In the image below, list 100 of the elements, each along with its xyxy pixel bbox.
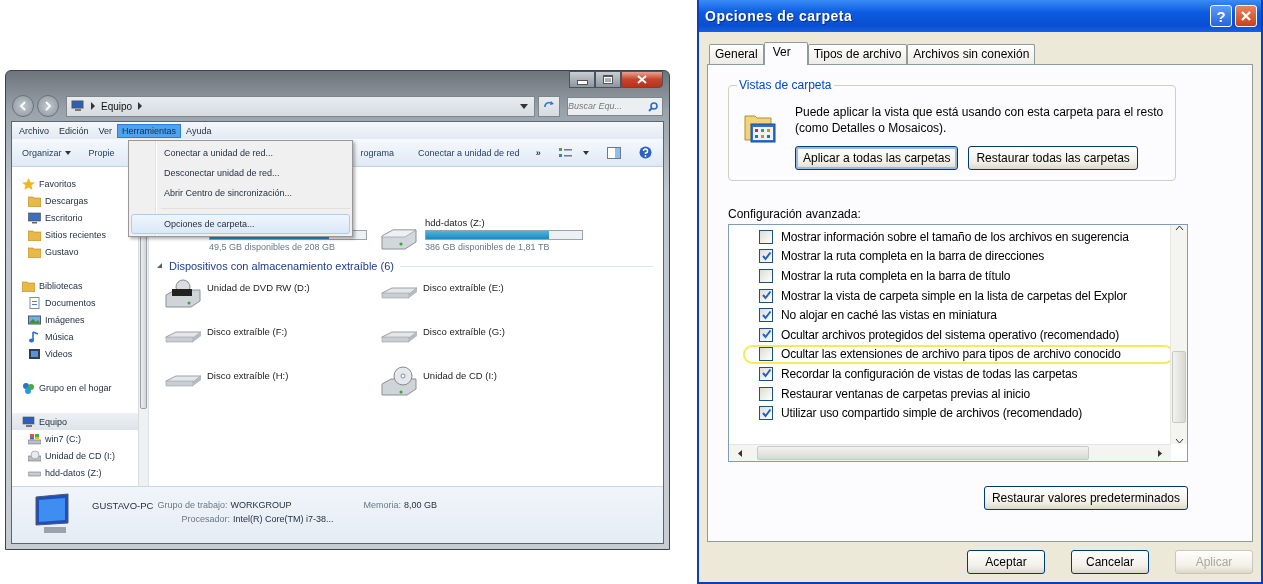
setting-label[interactable]: Mostrar información sobre el tamaño de los archivos en sugerencia bbox=[781, 229, 1129, 244]
horizontal-scrollbar[interactable] bbox=[729, 444, 1171, 461]
cd-drive-icon bbox=[28, 449, 41, 462]
setting-label[interactable]: Mostrar la ruta completa en la barra de título bbox=[781, 269, 1011, 283]
drive-name[interactable]: hdd-datos (Z:) bbox=[425, 217, 583, 228]
forward-button[interactable] bbox=[37, 95, 59, 117]
menu-item[interactable]: Opciones de carpeta... bbox=[131, 214, 350, 234]
nav-item[interactable]: Documentos bbox=[12, 294, 138, 311]
setting-label[interactable]: Restaurar ventanas de carpetas previas al inicio bbox=[781, 386, 1030, 401]
menu-item[interactable]: Herramientas bbox=[117, 123, 182, 138]
detail-label: Grupo de trabajo: bbox=[157, 500, 228, 510]
caret-icon bbox=[64, 150, 71, 155]
nav-item[interactable]: Bibliotecas bbox=[12, 277, 138, 294]
chevron-icon bbox=[137, 102, 144, 110]
checkbox[interactable] bbox=[759, 288, 773, 303]
minimize-button[interactable] bbox=[569, 71, 595, 88]
tab[interactable]: General bbox=[709, 44, 764, 64]
menu-item[interactable]: Ver bbox=[93, 123, 118, 138]
toolbar-button[interactable]: Organizar bbox=[22, 147, 71, 158]
checkbox[interactable] bbox=[759, 366, 773, 381]
views-icon[interactable] bbox=[558, 146, 573, 159]
help-button[interactable]: ? bbox=[1210, 5, 1232, 27]
search-icon bbox=[648, 101, 658, 112]
computer-icon bbox=[22, 415, 35, 428]
menu-item[interactable]: Conectar a unidad de red... bbox=[131, 143, 350, 163]
setting-label[interactable]: No alojar en caché las vistas en miniatura bbox=[781, 308, 997, 323]
device-name[interactable]: Unidad de DVD RW (D:) bbox=[207, 282, 310, 293]
checkbox[interactable] bbox=[759, 406, 773, 421]
setting-label[interactable]: Utilizar uso compartido simple de archivos (recomendado) bbox=[781, 406, 1083, 421]
caret-icon[interactable] bbox=[582, 150, 589, 155]
arrow-left-icon bbox=[18, 101, 28, 111]
section-label: Configuración avanzada: bbox=[728, 207, 862, 221]
tab[interactable]: Tipos de archivo bbox=[807, 44, 908, 64]
nav-item[interactable]: Gustavo bbox=[12, 243, 138, 260]
chevron-icon bbox=[90, 102, 96, 110]
device-name[interactable]: Unidad de CD (I:) bbox=[423, 370, 497, 381]
menu-item[interactable]: Archivo bbox=[14, 123, 54, 138]
toolbar-button[interactable]: Propie bbox=[88, 147, 115, 158]
dialog-button[interactable]: Cancelar bbox=[1071, 550, 1149, 574]
close-button[interactable] bbox=[621, 71, 663, 88]
menu-item[interactable]: Edición bbox=[54, 123, 94, 138]
checkbox[interactable] bbox=[759, 386, 773, 401]
checkbox[interactable] bbox=[759, 347, 773, 362]
toolbar-button[interactable]: rograma bbox=[360, 147, 395, 158]
setting-label[interactable]: Recordar la configuración de vistas de todas las carpetas bbox=[781, 366, 1078, 381]
nav-item[interactable]: hdd-datos (Z:) bbox=[12, 464, 138, 481]
apply-button[interactable]: Restaurar todas las carpetas bbox=[968, 146, 1138, 170]
arrow-right-icon[interactable] bbox=[1157, 448, 1163, 458]
folder-icon bbox=[22, 279, 35, 292]
more-button[interactable]: » bbox=[535, 147, 541, 158]
tab[interactable]: Ver bbox=[763, 42, 808, 65]
dialog-button[interactable]: Aceptar bbox=[967, 550, 1045, 574]
back-button[interactable] bbox=[12, 95, 34, 117]
setting-label[interactable]: Ocultar las extensiones de archivo para tipos de archivo conocido bbox=[781, 347, 1121, 362]
arrow-left-icon[interactable] bbox=[737, 448, 743, 458]
menu-item[interactable]: Ayuda bbox=[181, 123, 217, 138]
search-field[interactable]: Buscar Equ... bbox=[567, 96, 663, 116]
checkbox[interactable] bbox=[759, 229, 773, 244]
nav-item[interactable]: Música bbox=[12, 328, 138, 345]
star-icon bbox=[22, 177, 35, 190]
maximize-button[interactable] bbox=[595, 71, 621, 88]
nav-item[interactable]: Equipo bbox=[12, 413, 138, 430]
collapse-icon[interactable] bbox=[157, 263, 163, 269]
caret-icon[interactable] bbox=[520, 103, 528, 109]
device-name[interactable]: Disco extraíble (G:) bbox=[423, 326, 505, 337]
checkbox[interactable] bbox=[759, 269, 773, 283]
detail-value: Intel(R) Core(TM) i7-38... bbox=[232, 514, 334, 524]
address-bar[interactable]: Equipo bbox=[66, 95, 535, 117]
folder-icon bbox=[28, 194, 41, 207]
apply-button[interactable]: Aplicar a todas las carpetas bbox=[795, 146, 959, 170]
breadcrumb-item[interactable]: Equipo bbox=[101, 100, 133, 112]
device-name[interactable]: Disco extraíble (H:) bbox=[207, 370, 289, 381]
toolbar-button[interactable]: Conectar a unidad de red bbox=[418, 147, 520, 158]
arrow-up-icon[interactable] bbox=[1174, 225, 1184, 231]
help-icon[interactable] bbox=[638, 146, 652, 159]
device-name[interactable]: Disco extraíble (E:) bbox=[423, 282, 504, 293]
folder-icon bbox=[28, 228, 41, 241]
checkbox[interactable] bbox=[759, 308, 773, 323]
nav-item[interactable]: Unidad de CD (I:) bbox=[12, 447, 138, 464]
document-icon bbox=[28, 296, 41, 309]
cd-drive-icon bbox=[381, 366, 417, 396]
nav-item[interactable]: win7 (C:) bbox=[12, 430, 138, 447]
arrow-down-icon[interactable] bbox=[1174, 438, 1184, 444]
setting-label[interactable]: Mostrar la ruta completa en la barra de direcciones bbox=[781, 249, 1045, 264]
preview-pane-icon[interactable] bbox=[606, 146, 621, 159]
device-name[interactable]: Disco extraíble (F:) bbox=[207, 326, 288, 337]
checkbox[interactable] bbox=[759, 249, 773, 264]
nav-item[interactable]: Imágenes bbox=[12, 311, 138, 328]
window-title: Opciones de carpeta bbox=[705, 8, 853, 24]
vertical-scrollbar[interactable] bbox=[1170, 225, 1187, 444]
nav-item[interactable]: Grupo en el hogar bbox=[12, 379, 138, 396]
section-heading[interactable]: Dispositivos con almacenamiento extraíble (6) bbox=[169, 260, 394, 272]
nav-item[interactable]: Videos bbox=[12, 345, 138, 362]
setting-label[interactable]: Mostrar la vista de carpeta simple en la lista de carpetas del Explor bbox=[781, 288, 1127, 303]
checkbox[interactable] bbox=[759, 327, 773, 342]
setting-label[interactable]: Ocultar archivos protegidos del sistema operativo (recomendado) bbox=[781, 327, 1120, 342]
tab[interactable]: Archivos sin conexión bbox=[907, 44, 1036, 64]
restore-defaults-button[interactable]: Restaurar valores predeterminados bbox=[983, 486, 1188, 510]
picture-icon bbox=[28, 313, 41, 326]
refresh-button[interactable] bbox=[538, 95, 560, 117]
